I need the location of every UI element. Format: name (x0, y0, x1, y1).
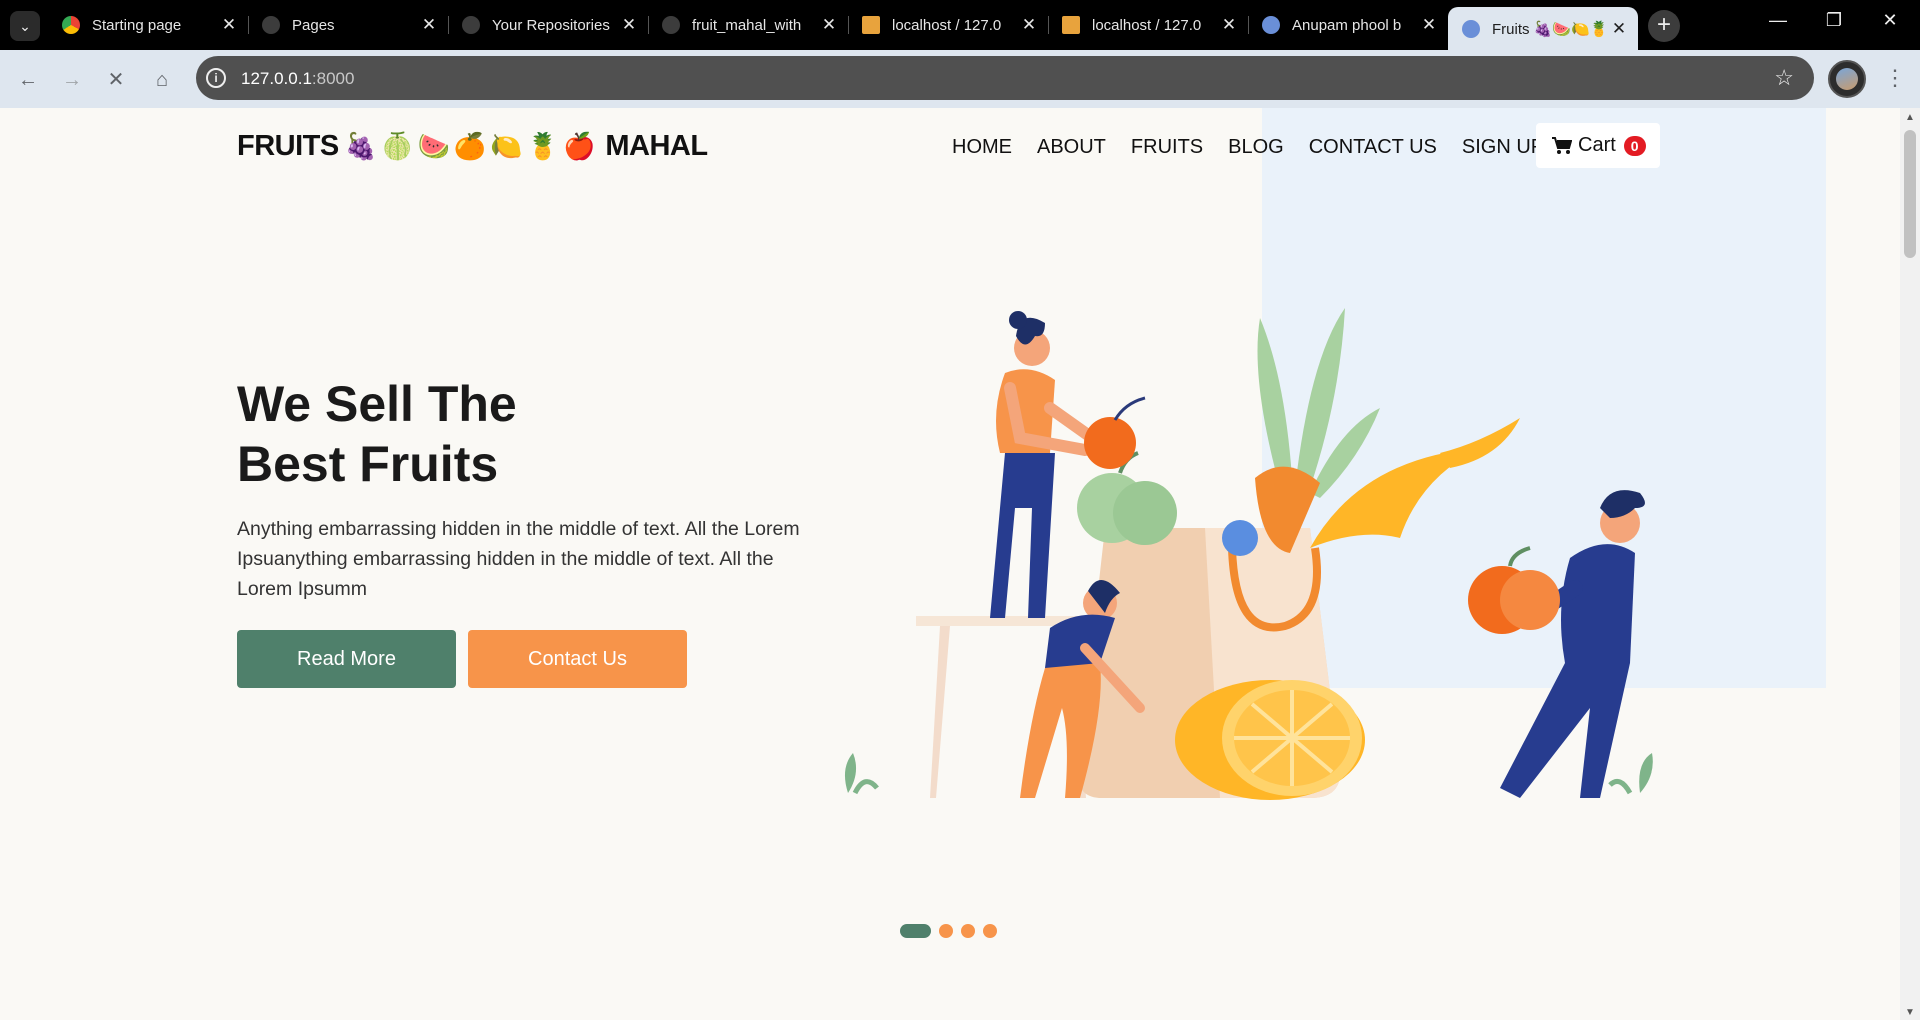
brand-fruit-emojis: 🍇🍈🍉🍊🍋🍍🍎 (344, 131, 600, 161)
forward-arrow-icon[interactable]: → (58, 66, 86, 94)
phpmyadmin-icon (1062, 16, 1080, 34)
url-text: 127.0.0.1:8000 (241, 69, 354, 89)
brand-left: FRUITS (237, 130, 339, 162)
nav-about[interactable]: ABOUT (1037, 136, 1106, 159)
more-menu-icon[interactable]: ⋮ (1884, 65, 1906, 91)
close-icon[interactable]: ✕ (1020, 15, 1038, 35)
hero-illustration (844, 308, 1653, 800)
tab-search-button[interactable]: ⌄ (10, 11, 40, 41)
scrollbar-thumb[interactable] (1904, 130, 1916, 258)
scroll-up-icon[interactable]: ▲ (1905, 112, 1915, 123)
cart-label: Cart (1578, 134, 1616, 156)
close-icon[interactable]: ✕ (620, 15, 638, 35)
shopping-cart-icon (1552, 136, 1572, 154)
minimize-icon[interactable]: — (1758, 10, 1798, 31)
carousel-dot-1[interactable] (900, 924, 931, 938)
carousel-dot-4[interactable] (983, 924, 997, 938)
contact-us-button[interactable]: Contact Us (468, 630, 687, 688)
main-nav: HOME ABOUT FRUITS BLOG CONTACT US SIGN U… (952, 136, 1585, 159)
close-icon[interactable]: ✕ (1220, 15, 1238, 35)
tab-title: Your Repositories (492, 16, 610, 34)
address-bar[interactable]: i 127.0.0.1:8000 ☆ (196, 56, 1814, 100)
page-viewport: FRUITS 🍇🍈🍉🍊🍋🍍🍎 MAHAL HOME ABOUT FRUITS B… (0, 108, 1900, 1020)
url-host: 127.0.0.1 (241, 69, 312, 88)
brand-right: MAHAL (605, 130, 708, 162)
site-logo[interactable]: FRUITS 🍇🍈🍉🍊🍋🍍🍎 MAHAL (237, 130, 708, 163)
tab-repositories[interactable]: Your Repositories ✕ (448, 7, 649, 43)
tab-title: Starting page (92, 16, 182, 34)
github-icon (462, 16, 480, 34)
scroll-down-icon[interactable]: ▼ (1905, 1007, 1915, 1018)
browser-toolbar: ← → ✕ ⌂ i 127.0.0.1:8000 ☆ ⋮ (0, 50, 1920, 108)
tab-title: Anupam phool b (1292, 16, 1402, 34)
phpmyadmin-icon (862, 16, 880, 34)
chrome-icon (62, 16, 80, 34)
tab-starting-page[interactable]: Starting page ✕ (48, 7, 249, 43)
tab-phpmyadmin-2[interactable]: localhost / 127.0 ✕ (1048, 7, 1249, 43)
cart-button[interactable]: Cart 0 (1536, 123, 1660, 168)
site-info-icon[interactable]: i (206, 68, 226, 88)
tab-fruit-mahal-repo[interactable]: fruit_mahal_with ✕ (648, 7, 849, 43)
cart-count-badge: 0 (1623, 135, 1646, 156)
tab-strip: ⌄ Starting page ✕ Pages ✕ Your Repositor… (0, 0, 1920, 50)
tab-pages[interactable]: Pages ✕ (248, 7, 449, 43)
window-close-icon[interactable]: ✕ (1870, 10, 1910, 31)
hero-description: Anything embarrassing hidden in the midd… (237, 518, 800, 600)
nav-contact-us[interactable]: CONTACT US (1309, 136, 1437, 159)
github-icon (262, 16, 280, 34)
close-icon[interactable]: ✕ (820, 15, 838, 35)
carousel-dot-2[interactable] (939, 924, 953, 938)
nav-sign-up-label: SIGN UP (1461, 136, 1545, 158)
hero-title-line-2: Best Fruits (237, 436, 499, 492)
restore-icon[interactable]: ❐ (1814, 10, 1854, 31)
url-port: :8000 (311, 69, 355, 88)
close-icon[interactable]: ✕ (1610, 19, 1628, 39)
bookmark-star-icon[interactable]: ☆ (1774, 65, 1794, 91)
nav-fruits[interactable]: FRUITS (1131, 136, 1203, 159)
tab-anupam-phool[interactable]: Anupam phool b ✕ (1248, 7, 1448, 43)
home-icon[interactable]: ⌂ (148, 66, 176, 94)
hero-title-line-1: We Sell The (237, 376, 517, 432)
tab-title: Pages (292, 16, 335, 34)
github-icon (662, 16, 680, 34)
close-icon[interactable]: ✕ (1420, 15, 1438, 35)
back-arrow-icon[interactable]: ← (14, 66, 42, 94)
chevron-down-icon: ⌄ (19, 17, 31, 34)
page-scrollbar[interactable]: ▲ ▼ (1900, 108, 1920, 1020)
tab-fruits-active[interactable]: Fruits 🍇🍉🍋🍍 ✕ (1448, 7, 1638, 50)
read-more-button[interactable]: Read More (237, 630, 456, 688)
carousel-indicators (900, 924, 997, 938)
tab-title: fruit_mahal_with (692, 16, 802, 34)
nav-home[interactable]: HOME (952, 136, 1012, 159)
globe-icon (1262, 16, 1280, 34)
hero-title: We Sell The Best Fruits (237, 374, 517, 494)
tab-title: localhost / 127.0 (892, 16, 1002, 34)
globe-icon (1462, 19, 1480, 38)
tab-title: localhost / 127.0 (1092, 16, 1202, 34)
new-tab-button[interactable]: + (1648, 10, 1680, 42)
nav-blog[interactable]: BLOG (1228, 136, 1284, 159)
close-icon[interactable]: ✕ (220, 15, 238, 35)
avatar-image (1836, 68, 1858, 90)
close-icon[interactable]: ✕ (420, 15, 438, 35)
tab-phpmyadmin-1[interactable]: localhost / 127.0 ✕ (848, 7, 1049, 43)
tab-title: Fruits 🍇🍉🍋🍍 (1492, 20, 1609, 38)
stop-loading-icon[interactable]: ✕ (102, 66, 130, 94)
profile-avatar[interactable] (1828, 60, 1866, 98)
carousel-dot-3[interactable] (961, 924, 975, 938)
